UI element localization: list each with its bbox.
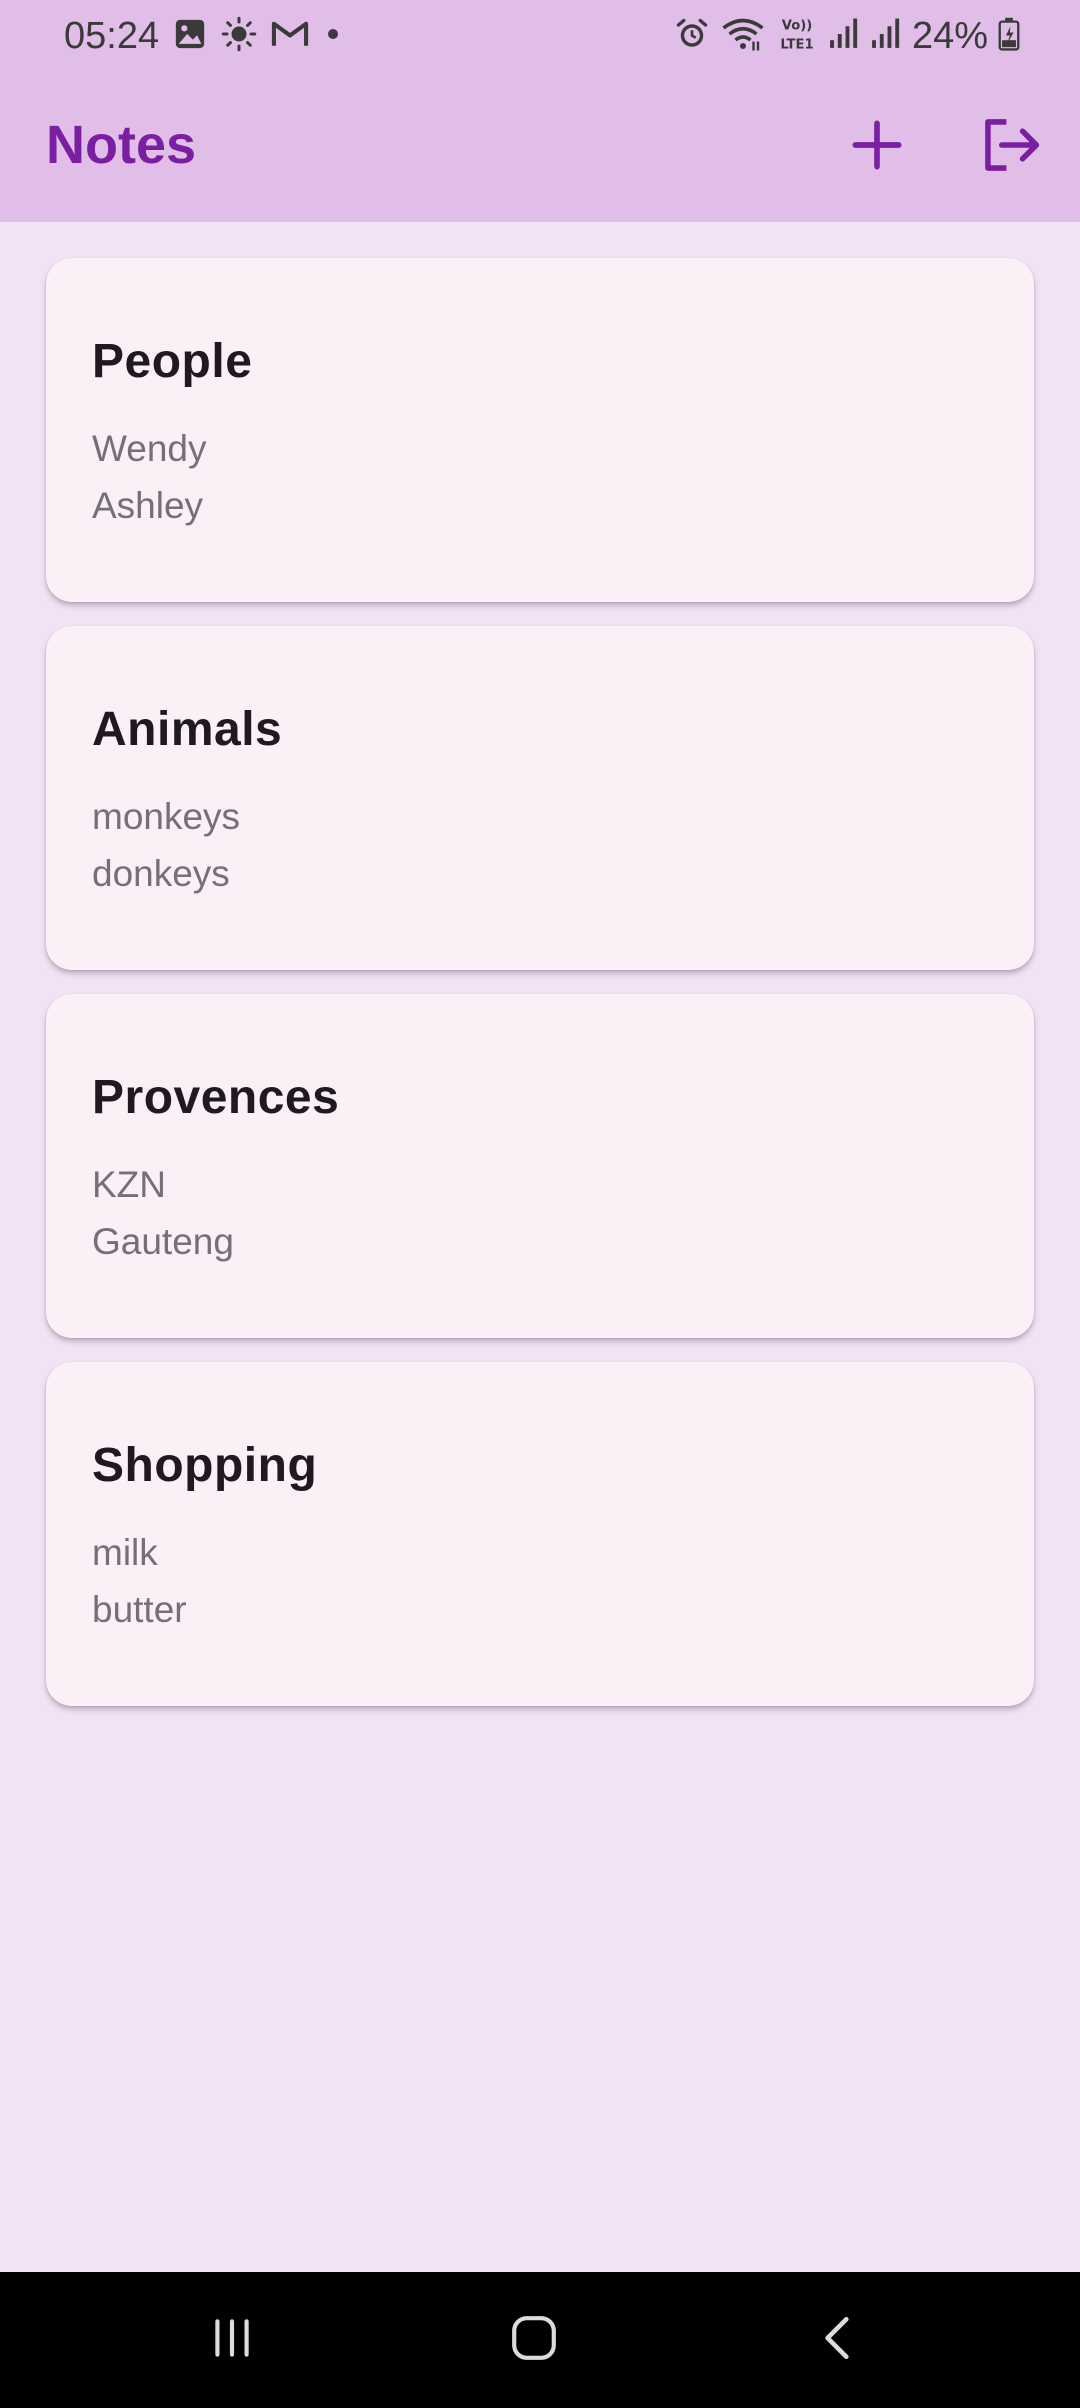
gallery-icon [173,17,207,56]
app-title: Notes [46,115,197,175]
note-line: Wendy [92,428,207,469]
brightness-icon [221,16,257,57]
note-line: Gauteng [92,1221,234,1262]
status-time: 05:24 [64,14,160,57]
note-line: milk [92,1532,158,1573]
note-title: Animals [92,703,283,756]
home-icon [509,2313,559,2368]
recents-button[interactable] [182,2300,282,2380]
note-card[interactable]: Animals monkeys donkeys [46,626,1034,970]
navigation-bar [0,2272,1080,2408]
status-right: Vo)) LTE1 24% [674,12,1020,60]
battery-percent: 24% [911,14,988,57]
logout-button[interactable] [976,112,1046,182]
add-note-button[interactable] [842,112,912,182]
recents-icon [207,2313,257,2368]
note-line: butter [92,1589,187,1630]
signal-icon [828,17,860,56]
note-line: donkeys [92,853,230,894]
note-body: milk butter [92,1524,187,1638]
note-line: KZN [92,1164,166,1205]
svg-text:Vo)): Vo)) [782,18,813,33]
logout-icon [981,117,1041,178]
dot-icon [323,24,343,49]
note-card[interactable]: People Wendy Ashley [46,258,1034,602]
note-card[interactable]: Provences KZN Gauteng [46,994,1034,1338]
note-body: Wendy Ashley [92,420,207,534]
battery-icon [998,17,1020,56]
note-title: People [92,335,253,388]
notes-list: People Wendy Ashley Animals monkeys donk… [0,222,1080,2272]
note-line: monkeys [92,796,241,837]
back-button[interactable] [788,2300,888,2380]
gmail-icon [271,18,309,55]
volte-icon: Vo)) LTE1 [776,15,818,58]
add-icon [851,119,903,176]
back-icon [813,2313,863,2368]
note-body: monkeys donkeys [92,788,240,902]
svg-text:LTE1: LTE1 [780,37,813,52]
wifi-icon [720,16,766,57]
note-title: Shopping [92,1439,318,1492]
note-card[interactable]: Shopping milk butter [46,1362,1034,1706]
status-left: 05:24 [64,12,343,60]
note-body: KZN Gauteng [92,1156,234,1270]
signal-icon [870,17,902,56]
alarm-icon [674,16,710,57]
note-line: Ashley [92,485,204,526]
status-bar: 05:24 Vo)) LTE1 24% [0,0,1080,72]
app-bar: Notes [0,72,1080,222]
note-title: Provences [92,1071,340,1124]
home-button[interactable] [484,2300,584,2380]
